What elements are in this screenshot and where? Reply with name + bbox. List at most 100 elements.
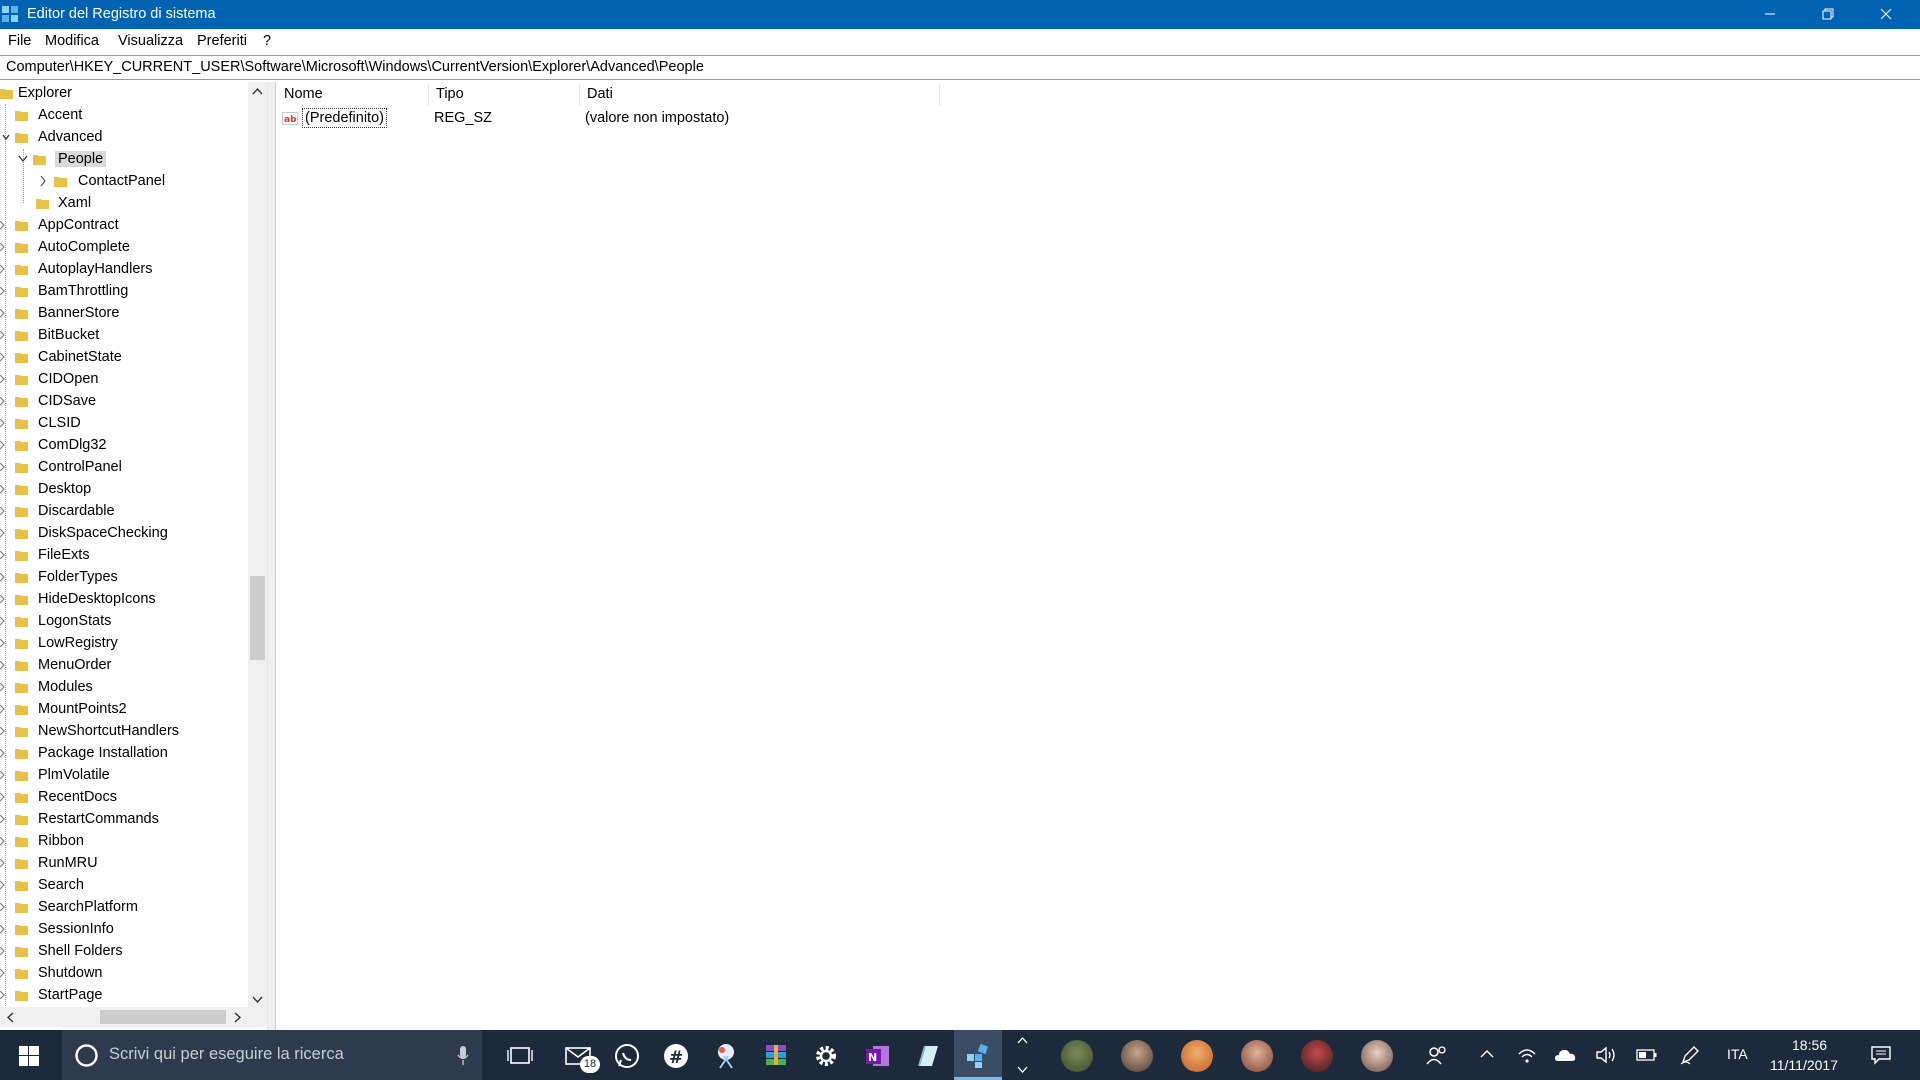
collapsed-chevron-icon[interactable] (0, 614, 7, 628)
collapsed-chevron-icon[interactable] (0, 416, 7, 430)
collapsed-chevron-icon[interactable] (38, 174, 48, 188)
tree-item[interactable]: SessionInfo (0, 919, 248, 941)
collapsed-chevron-icon[interactable] (0, 438, 7, 452)
tree-item[interactable]: Modules (0, 677, 248, 699)
collapsed-chevron-icon[interactable] (0, 922, 7, 936)
tree-item[interactable]: Package Installation (0, 743, 248, 765)
tree-item-accent[interactable]: Accent (0, 105, 248, 127)
tree-item[interactable]: BannerStore (0, 303, 248, 325)
collapsed-chevron-icon[interactable] (0, 328, 7, 342)
collapsed-chevron-icon[interactable] (0, 636, 7, 650)
tree-item[interactable]: AppContract (0, 215, 248, 237)
collapsed-chevron-icon[interactable] (0, 394, 7, 408)
tree-item-explorer[interactable]: Explorer (0, 83, 248, 105)
tree-item[interactable]: DiskSpaceChecking (0, 523, 248, 545)
tree-item[interactable]: LogonStats (0, 611, 248, 633)
taskbar-search-box[interactable]: Scrivi qui per eseguire la ricerca (62, 1030, 482, 1080)
tree-item[interactable]: RecentDocs (0, 787, 248, 809)
tree-item[interactable]: Discardable (0, 501, 248, 523)
tree-item[interactable]: RestartCommands (0, 809, 248, 831)
chevron-down-icon[interactable] (1017, 1065, 1028, 1074)
microphone-icon[interactable] (457, 1046, 469, 1065)
tree-item[interactable]: CLSID (0, 413, 248, 435)
settings-gear-icon[interactable] (812, 1042, 840, 1070)
tree-item[interactable]: HideDesktopIcons (0, 589, 248, 611)
battery-icon[interactable] (1636, 1049, 1658, 1061)
pane-splitter[interactable] (268, 82, 275, 1030)
tree-item[interactable]: CIDSave (0, 391, 248, 413)
contact-avatar[interactable] (1241, 1040, 1273, 1072)
tree-item[interactable]: Shell Folders (0, 941, 248, 963)
winrar-icon[interactable] (762, 1042, 790, 1070)
column-header-type[interactable]: Tipo (428, 82, 579, 106)
tree-item[interactable]: CIDOpen (0, 369, 248, 391)
collapsed-chevron-icon[interactable] (0, 966, 7, 980)
collapsed-chevron-icon[interactable] (0, 988, 7, 1002)
restore-button[interactable] (1799, 0, 1857, 29)
contact-avatar[interactable] (1361, 1040, 1393, 1072)
taskbar-scroll-buttons[interactable] (1008, 1030, 1036, 1080)
collapsed-chevron-icon[interactable] (0, 284, 7, 298)
show-hidden-icons-chevron-icon[interactable] (1479, 1048, 1495, 1060)
collapsed-chevron-icon[interactable] (0, 262, 7, 276)
column-header-name[interactable]: Nome (276, 82, 428, 106)
collapsed-chevron-icon[interactable] (0, 680, 7, 694)
people-icon[interactable] (1423, 1042, 1451, 1070)
scroll-right-icon[interactable] (232, 1012, 242, 1023)
tree-item[interactable]: FolderTypes (0, 567, 248, 589)
contact-avatar[interactable] (1061, 1040, 1093, 1072)
minimize-button[interactable] (1741, 0, 1799, 29)
tree-item[interactable]: LowRegistry (0, 633, 248, 655)
tree-item[interactable]: BitBucket (0, 325, 248, 347)
column-header-data[interactable]: Dati (579, 82, 939, 106)
chevron-up-icon[interactable] (1017, 1036, 1028, 1045)
tree-item[interactable]: MenuOrder (0, 655, 248, 677)
collapsed-chevron-icon[interactable] (0, 306, 7, 320)
tree-item[interactable]: Search (0, 875, 248, 897)
tree-item-xaml[interactable]: Xaml (0, 193, 248, 215)
clock-date[interactable]: 11/11/2017 (1770, 1057, 1838, 1073)
notes-app-icon[interactable] (914, 1042, 942, 1070)
collapsed-chevron-icon[interactable] (0, 482, 7, 496)
collapsed-chevron-icon[interactable] (0, 592, 7, 606)
collapsed-chevron-icon[interactable] (0, 724, 7, 738)
clock-time[interactable]: 18:56 (1792, 1037, 1827, 1053)
collapsed-chevron-icon[interactable] (0, 900, 7, 914)
tree-item[interactable]: RunMRU (0, 853, 248, 875)
tree-item[interactable]: StartPage (0, 985, 248, 1007)
collapsed-chevron-icon[interactable] (0, 746, 7, 760)
scrollbar-thumb[interactable] (100, 1010, 226, 1024)
tree-item[interactable]: SearchPlatform (0, 897, 248, 919)
collapsed-chevron-icon[interactable] (0, 548, 7, 562)
menu-help[interactable]: ? (263, 33, 271, 49)
taskbar-app-mail[interactable]: 18 (556, 1030, 604, 1080)
scrollbar-thumb[interactable] (250, 576, 265, 660)
tree-item-contactpanel[interactable]: ContactPanel (0, 171, 248, 193)
collapsed-chevron-icon[interactable] (0, 812, 7, 826)
contact-avatar[interactable] (1121, 1040, 1153, 1072)
collapsed-chevron-icon[interactable] (0, 526, 7, 540)
contact-avatar[interactable] (1301, 1040, 1333, 1072)
tree-item[interactable]: ComDlg32 (0, 435, 248, 457)
tree-item[interactable]: Shutdown (0, 963, 248, 985)
tree-item[interactable]: Desktop (0, 479, 248, 501)
tree-item[interactable]: AutoComplete (0, 237, 248, 259)
collapsed-chevron-icon[interactable] (0, 856, 7, 870)
action-center-icon[interactable] (1871, 1045, 1891, 1065)
tree-item[interactable]: PlmVolatile (0, 765, 248, 787)
network-wifi-icon[interactable] (1517, 1046, 1537, 1064)
tree-item[interactable]: MountPoints2 (0, 699, 248, 721)
volume-icon[interactable] (1595, 1046, 1617, 1064)
collapsed-chevron-icon[interactable] (0, 702, 7, 716)
tree-item[interactable]: Ribbon (0, 831, 248, 853)
onedrive-cloud-icon[interactable] (1554, 1047, 1576, 1063)
tree-item-people[interactable]: People (0, 149, 248, 171)
onenote-icon[interactable]: N (864, 1042, 892, 1070)
scroll-down-icon[interactable] (252, 994, 263, 1004)
input-language[interactable]: ITA (1727, 1046, 1748, 1062)
menu-modifica[interactable]: Modifica (45, 33, 99, 49)
task-view-icon[interactable] (506, 1042, 534, 1070)
collapsed-chevron-icon[interactable] (0, 944, 7, 958)
scroll-left-icon[interactable] (6, 1012, 16, 1023)
scroll-up-icon[interactable] (252, 87, 263, 97)
